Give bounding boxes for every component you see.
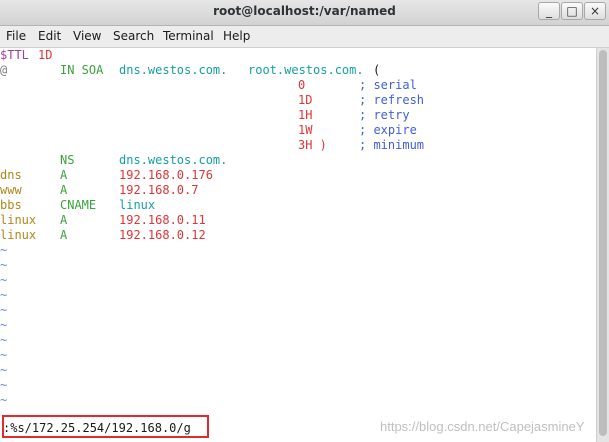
empty-line-marker: ~	[0, 348, 8, 362]
menu-bar: File Edit View Search Terminal Help	[0, 26, 609, 48]
record-value: 192.168.0.176	[119, 168, 213, 182]
empty-line-marker: ~	[0, 258, 8, 272]
record-name: www	[0, 183, 22, 197]
ns-record-type: NS	[60, 153, 75, 167]
soa-serial-value: 0	[298, 78, 306, 92]
soa-field-row: 1W ; expire	[0, 123, 417, 138]
scrollbar-thumb[interactable]	[599, 50, 607, 436]
soa-primary-ns: dns.westos.com.	[119, 63, 228, 77]
empty-line-marker: ~	[0, 303, 8, 317]
soa-retry-comment: ; retry	[359, 108, 410, 122]
record-name: linux	[0, 228, 37, 242]
empty-line-marker: ~	[0, 273, 8, 287]
empty-line-marker: ~	[0, 333, 8, 347]
record-name: linux	[0, 213, 37, 227]
vim-command-line[interactable]: :%s/172.25.254/192.168.0/g	[3, 421, 191, 436]
soa-refresh-value: 1D	[298, 93, 313, 107]
ttl-line: $TTL 1D	[0, 48, 52, 63]
close-button[interactable]: ×	[584, 2, 606, 20]
record-value: 192.168.0.12	[119, 228, 206, 242]
empty-line-marker: ~	[0, 393, 8, 407]
dns-record-line: www A 192.168.0.7	[0, 183, 198, 198]
record-type: A	[60, 183, 68, 197]
dns-record-line: linux A 192.168.0.11	[0, 213, 206, 228]
minimize-button[interactable]: _	[538, 2, 560, 20]
soa-expire-value: 1W	[298, 123, 313, 137]
dns-record-line: bbs CNAME linux	[0, 198, 155, 213]
record-value: 192.168.0.11	[119, 213, 206, 227]
record-name: bbs	[0, 198, 22, 212]
empty-line-marker: ~	[0, 363, 8, 377]
empty-line-marker: ~	[0, 378, 8, 392]
menu-help[interactable]: Help	[223, 29, 250, 43]
terminal-content[interactable]: $TTL 1D @ IN SOA dns.westos.com. root.we…	[0, 48, 596, 442]
menu-edit[interactable]: Edit	[38, 29, 61, 43]
record-value: linux	[119, 198, 156, 212]
window-title: root@localhost:/var/named	[213, 4, 396, 18]
ttl-directive: $TTL	[0, 48, 29, 62]
menu-search[interactable]: Search	[113, 29, 154, 43]
ttl-value: 1D	[38, 48, 53, 62]
empty-line-marker: ~	[0, 243, 8, 257]
empty-line-marker: ~	[0, 288, 8, 302]
soa-type: IN SOA	[60, 63, 104, 77]
record-type: CNAME	[60, 198, 97, 212]
soa-retry-value: 1H	[298, 108, 313, 122]
menu-terminal[interactable]: Terminal	[163, 29, 214, 43]
soa-serial-comment: ; serial	[359, 78, 417, 92]
soa-refresh-comment: ; refresh	[359, 93, 425, 107]
soa-field-row: 1D ; refresh	[0, 93, 424, 108]
watermark-text: https://blog.csdn.net/CapejasmineY	[380, 419, 585, 434]
window-titlebar[interactable]: root@localhost:/var/named _ □ ×	[0, 0, 609, 26]
record-value: 192.168.0.7	[119, 183, 199, 197]
soa-line: @ IN SOA dns.westos.com. root.westos.com…	[0, 63, 380, 78]
menu-view[interactable]: View	[73, 29, 101, 43]
record-type: A	[60, 168, 68, 182]
ns-record-value: dns.westos.com.	[119, 153, 228, 167]
record-name: dns	[0, 168, 22, 182]
soa-field-row: 3H ) ; minimum	[0, 138, 424, 153]
menu-file[interactable]: File	[6, 29, 26, 43]
dns-record-line: dns A 192.168.0.176	[0, 168, 213, 183]
soa-open-paren: (	[373, 63, 381, 77]
soa-admin: root.westos.com.	[248, 63, 364, 77]
maximize-button[interactable]: □	[561, 2, 583, 20]
empty-line-marker: ~	[0, 318, 8, 332]
record-type: A	[60, 228, 68, 242]
record-type: A	[60, 213, 68, 227]
dns-record-line: linux A 192.168.0.12	[0, 228, 206, 243]
ns-record-line: NS dns.westos.com.	[0, 153, 227, 168]
soa-minimum-comment: ; minimum	[359, 138, 425, 152]
soa-expire-comment: ; expire	[359, 123, 417, 137]
terminal-scrollbar[interactable]	[596, 48, 609, 442]
soa-minimum-value: 3H )	[298, 138, 327, 152]
soa-field-row: 1H ; retry	[0, 108, 410, 123]
soa-origin: @	[0, 63, 8, 77]
soa-field-row: 0 ; serial	[0, 78, 417, 93]
